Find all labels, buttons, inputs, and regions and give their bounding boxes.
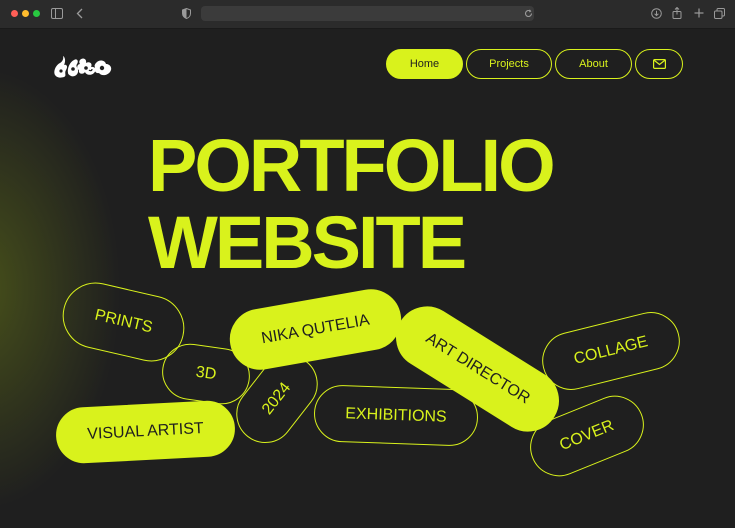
sidebar-icon[interactable] <box>51 8 63 19</box>
nav-home-label: Home <box>409 58 440 70</box>
nav-about-label: About <box>579 58 608 70</box>
shield-icon <box>182 8 191 19</box>
tag-name[interactable]: NIKA QUTELIA <box>225 284 406 375</box>
browser-toolbar <box>0 0 735 29</box>
reload-icon[interactable] <box>524 9 533 18</box>
minimize-window-button[interactable] <box>22 10 29 17</box>
tag-name-label: NIKA QUTELIA <box>260 311 371 347</box>
address-bar[interactable] <box>201 6 534 21</box>
nav-projects-label: Projects <box>489 58 529 70</box>
tag-2024-label: 2024 <box>258 379 295 418</box>
close-window-button[interactable] <box>11 10 18 17</box>
tag-collage-label: COLLAGE <box>572 333 650 368</box>
hero-title-line-2: WEBSITE <box>148 201 467 284</box>
portfolio-page: Home Projects About PORTFOLIO WEBSITE PR… <box>0 29 735 528</box>
new-tab-icon[interactable] <box>694 8 704 18</box>
mail-icon <box>652 59 666 69</box>
nav-about-button[interactable]: About <box>555 49 632 79</box>
tag-visual-artist[interactable]: VISUAL ARTIST <box>54 399 237 465</box>
tag-prints-label: PRINTS <box>93 306 155 337</box>
tabs-icon[interactable] <box>714 8 725 19</box>
tag-cover-label: COVER <box>557 416 617 455</box>
tag-visual-artist-label: VISUAL ARTIST <box>86 419 205 444</box>
nav-projects-button[interactable]: Projects <box>466 49 552 79</box>
share-icon[interactable] <box>672 7 682 19</box>
contact-mail-button[interactable] <box>635 49 683 79</box>
hero-title-line-1: PORTFOLIO <box>148 124 556 207</box>
back-icon[interactable] <box>76 8 83 19</box>
tag-exhibitions-label: EXHIBITIONS <box>345 404 447 426</box>
nav-home-button[interactable]: Home <box>386 49 463 79</box>
logo[interactable] <box>52 51 114 81</box>
tag-collage[interactable]: COLLAGE <box>536 305 686 397</box>
download-icon[interactable] <box>651 8 662 19</box>
tag-exhibitions[interactable]: EXHIBITIONS <box>313 384 479 447</box>
maximize-window-button[interactable] <box>33 10 40 17</box>
tag-3d-label: 3D <box>194 363 218 384</box>
